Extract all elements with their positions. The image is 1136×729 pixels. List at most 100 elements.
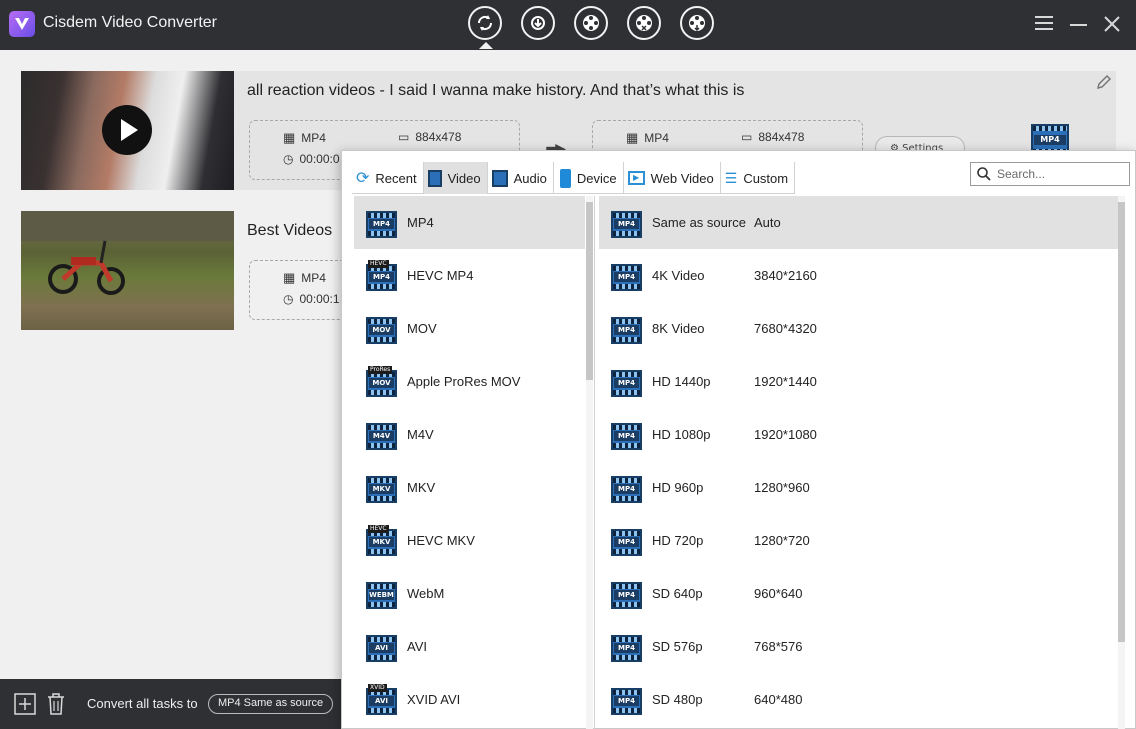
menu-icon[interactable] (1035, 16, 1053, 30)
download-tab-icon[interactable] (521, 6, 555, 40)
tab-label: Device (576, 170, 617, 186)
format-item-hevc-mp4[interactable]: HEVC MP4 HEVC MP4 (354, 249, 585, 302)
format-list-scrollbar[interactable] (586, 196, 593, 729)
resolution-size: 3840*2160 (754, 268, 817, 283)
monitor-icon: ▭ (398, 130, 410, 144)
format-item-avi[interactable]: AVI AVI (354, 620, 585, 673)
resolution-size: 960*640 (754, 586, 803, 601)
format-label: Apple ProRes MOV (407, 374, 521, 389)
resolution-size: 7680*4320 (754, 321, 817, 336)
format-label: HEVC MP4 (407, 268, 474, 283)
trash-icon[interactable] (46, 693, 66, 719)
format-label: XVID AVI (407, 692, 461, 707)
rip-dvd-tab-icon[interactable] (627, 6, 661, 40)
source-duration: ◷ 00:00:0 (283, 152, 340, 166)
hevc-mkv-format-icon: HEVC MKV (366, 525, 397, 556)
video-thumbnail[interactable] (21, 71, 234, 190)
format-item-webm[interactable]: WEBM WebM (354, 567, 585, 620)
resolution-item[interactable]: MP4 HD 1440p 1920*1440 (599, 355, 1119, 408)
tab-recent[interactable]: ⟳ Recent (352, 162, 424, 194)
clock-icon: ◷ (283, 152, 294, 166)
resolution-list-scrollbar[interactable] (1118, 196, 1125, 729)
convert-tab-icon[interactable] (468, 6, 502, 49)
resolution-item[interactable]: MP4 SD 576p 768*576 (599, 620, 1119, 673)
resolution-size: 768*576 (754, 639, 803, 654)
search-box[interactable] (970, 162, 1130, 186)
resolution-name: Same as source (652, 215, 746, 230)
tab-custom[interactable]: ☰ Custom (721, 162, 796, 194)
resolution-item[interactable]: MP4 4K Video 3840*2160 (599, 249, 1119, 302)
resolution-item[interactable]: MP4 HD 720p 1280*720 (599, 514, 1119, 567)
tab-label: Audio (513, 170, 547, 186)
minimize-icon[interactable] (1070, 24, 1087, 26)
mp4-format-icon: MP4 (366, 207, 397, 238)
close-icon[interactable] (1102, 14, 1122, 34)
format-item-xvid-avi[interactable]: XVID AVI XVID AVI (354, 673, 585, 726)
custom-icon: ☰ (724, 169, 738, 186)
mp4-format-icon: MP4 (611, 525, 642, 556)
source-format: ▦ MP4 (283, 270, 326, 286)
prores-mov-format-icon: ProRes MOV (366, 366, 397, 397)
resolution-name: HD 1440p (652, 374, 711, 389)
burn-dvd-tab-icon[interactable] (574, 6, 608, 40)
mov-format-icon: MOV (366, 313, 397, 344)
mp4-format-icon: MP4 (611, 472, 642, 503)
tab-label: Web Video (650, 170, 714, 186)
resolution-item[interactable]: MP4 HD 960p 1280*960 (599, 461, 1119, 514)
format-list: MP4 MP4 HEVC MP4 HEVC MP4 MOV MOV ProRes M… (354, 196, 595, 729)
source-resolution: ▭ 884x478 (398, 130, 461, 144)
resolution-item[interactable]: MP4 8K Video 7680*4320 (599, 302, 1119, 355)
edit-icon[interactable] (1096, 74, 1112, 94)
tab-label: Custom (743, 170, 789, 186)
monitor-icon: ▭ (741, 130, 753, 144)
resolution-list: MP4 Same as source Auto MP4 4K Video 384… (599, 196, 1119, 729)
xvid-avi-format-icon: XVID AVI (366, 684, 397, 715)
add-file-icon[interactable] (14, 693, 36, 719)
hevc-mp4-format-icon: HEVC MP4 (366, 260, 397, 291)
resolution-size: 640*480 (754, 692, 803, 707)
resolution-item[interactable]: MP4 SD 480p 640*480 (599, 673, 1119, 726)
resolution-item[interactable]: MP4 SD 640p 960*640 (599, 567, 1119, 620)
resolution-size: 1920*1080 (754, 427, 817, 442)
output-resolution-label: 884x478 (758, 130, 805, 144)
format-label: M4V (407, 427, 434, 442)
compress-tab-icon[interactable] (680, 6, 714, 40)
tab-video[interactable]: Video (423, 162, 488, 194)
format-label: MP4 (407, 215, 434, 230)
format-item-hevc-mkv[interactable]: HEVC MKV HEVC MKV (354, 514, 585, 567)
convert-all-select[interactable]: MP4 Same as source (208, 694, 334, 714)
mp4-format-icon: MP4 (611, 419, 642, 450)
mp4-format-icon: MP4 (611, 366, 642, 397)
search-input[interactable] (997, 167, 1117, 181)
resolution-size: 1280*720 (754, 533, 810, 548)
resolution-name: SD 576p (652, 639, 703, 654)
convert-all-label: Convert all tasks to (87, 696, 198, 711)
webm-format-icon: WEBM (366, 578, 397, 609)
play-icon[interactable] (102, 105, 152, 155)
video-thumbnail[interactable] (21, 211, 234, 330)
web-video-icon: ▶ (627, 171, 645, 185)
resolution-item[interactable]: MP4 HD 1080p 1920*1080 (599, 408, 1119, 461)
format-item-prores-mov[interactable]: ProRes MOV Apple ProRes MOV (354, 355, 585, 408)
tab-web-video[interactable]: ▶ Web Video (624, 162, 721, 194)
format-item-m4v[interactable]: M4V M4V (354, 408, 585, 461)
resolution-name: 8K Video (652, 321, 705, 336)
clock-icon: ◷ (283, 292, 294, 306)
resolution-item[interactable]: MP4 Same as source Auto (599, 196, 1119, 249)
format-item-mp4[interactable]: MP4 MP4 (354, 196, 585, 249)
format-item-mov[interactable]: MOV MOV (354, 302, 585, 355)
mp4-format-icon: MP4 (611, 207, 642, 238)
resolution-size: 1280*960 (754, 480, 810, 495)
format-label: MKV (407, 480, 436, 495)
tab-device[interactable]: Device (554, 162, 624, 194)
format-label: HEVC MKV (407, 533, 475, 548)
format-tabs: ⟳ Recent Video Audio Device ▶ Web Video … (352, 162, 796, 194)
film-icon: ▦ (283, 130, 296, 145)
mp4-format-icon: MP4 (611, 260, 642, 291)
mp4-format-icon: MP4 (611, 631, 642, 662)
output-format: ▦ MP4 (626, 130, 669, 146)
resolution-name: 4K Video (652, 268, 705, 283)
format-item-mkv[interactable]: MKV MKV (354, 461, 585, 514)
mp4-format-icon: MP4 (611, 578, 642, 609)
tab-audio[interactable]: Audio (488, 162, 554, 194)
